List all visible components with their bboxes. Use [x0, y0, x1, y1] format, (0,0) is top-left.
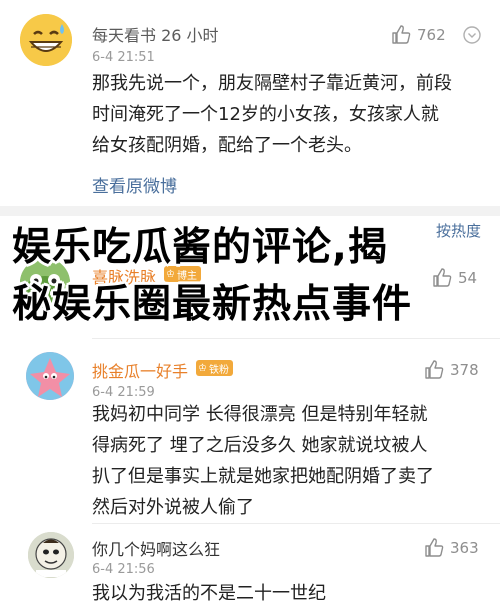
like-count: 363 — [450, 538, 479, 557]
view-original-post-link[interactable]: 查看原微博 — [92, 172, 177, 197]
comment-line: 时间淹死了一个12岁的小女孩，女孩家人就 — [92, 104, 439, 125]
comment-time: 6-4 21:59 — [92, 385, 155, 400]
comment-line: 然后对外说被人偷了 — [92, 497, 254, 518]
avatar[interactable] — [28, 532, 74, 578]
avatar[interactable] — [20, 14, 72, 66]
comment-time: 6-4 21:56 — [92, 562, 155, 577]
avatar[interactable] — [26, 352, 74, 400]
comment-text: 我以为我活的不是二十一世纪 — [92, 578, 326, 609]
like-button[interactable]: 54 — [432, 268, 477, 287]
comment-username[interactable]: 挑金瓜一好手 — [92, 358, 188, 382]
sort-by-popularity-button[interactable]: 按热度 — [436, 220, 481, 241]
fan-badge: ♔ 铁粉 — [196, 360, 233, 376]
comment-text: 我妈初中同学 长得很漂亮 但是特别年轻就 得病死了 埋了之后没多久 她家就说坟被… — [92, 399, 434, 523]
more-options-icon[interactable] — [462, 25, 482, 45]
comment-line: 得病死了 埋了之后没多久 她家就说坟被人 — [92, 435, 428, 456]
overlay-title-line-1: 娱乐吃瓜酱的评论,揭 — [12, 225, 388, 270]
comment-line: 我以为我活的不是二十一世纪 — [92, 583, 326, 604]
comment-line: 那我先说一个，朋友隔壁村子靠近黄河，前段 — [92, 73, 452, 94]
like-button[interactable]: 363 — [424, 538, 479, 557]
thumbs-up-icon — [392, 25, 411, 44]
meme-face-avatar-icon — [28, 532, 74, 578]
like-count: 54 — [458, 268, 478, 287]
like-count: 378 — [450, 360, 479, 379]
patrick-star-avatar-icon — [26, 352, 74, 400]
grinning-sweat-emoji-icon — [20, 14, 72, 66]
comment-line: 扒了但是事实上就是她家把她配阴婚了卖了 — [92, 466, 434, 487]
comment-line: 我妈初中同学 长得很漂亮 但是特别年轻就 — [92, 404, 428, 425]
thumbs-up-icon — [433, 268, 452, 287]
comment-username[interactable]: 每天看书 26 小时 — [92, 22, 219, 46]
like-count: 762 — [417, 25, 446, 44]
crown-icon: ♔ — [198, 362, 207, 374]
divider — [92, 523, 500, 524]
like-button[interactable]: 378 — [424, 360, 479, 379]
comment-line: 给女孩配阴婚，配给了一个老头。 — [92, 135, 362, 156]
thumbs-up-icon — [425, 360, 444, 379]
overlay-title-line-2: 秘娱乐圈最新热点事件 — [12, 282, 413, 327]
like-button[interactable]: 762 — [391, 25, 446, 44]
comment-username[interactable]: 你几个妈啊这么狂 — [92, 536, 220, 560]
badge-label: 铁粉 — [208, 364, 229, 376]
divider — [0, 206, 500, 216]
divider — [92, 338, 500, 339]
comment-time: 6-4 21:51 — [92, 50, 155, 65]
thumbs-up-icon — [425, 538, 444, 557]
comment-text: 那我先说一个，朋友隔壁村子靠近黄河，前段 时间淹死了一个12岁的小女孩，女孩家人… — [92, 68, 452, 161]
